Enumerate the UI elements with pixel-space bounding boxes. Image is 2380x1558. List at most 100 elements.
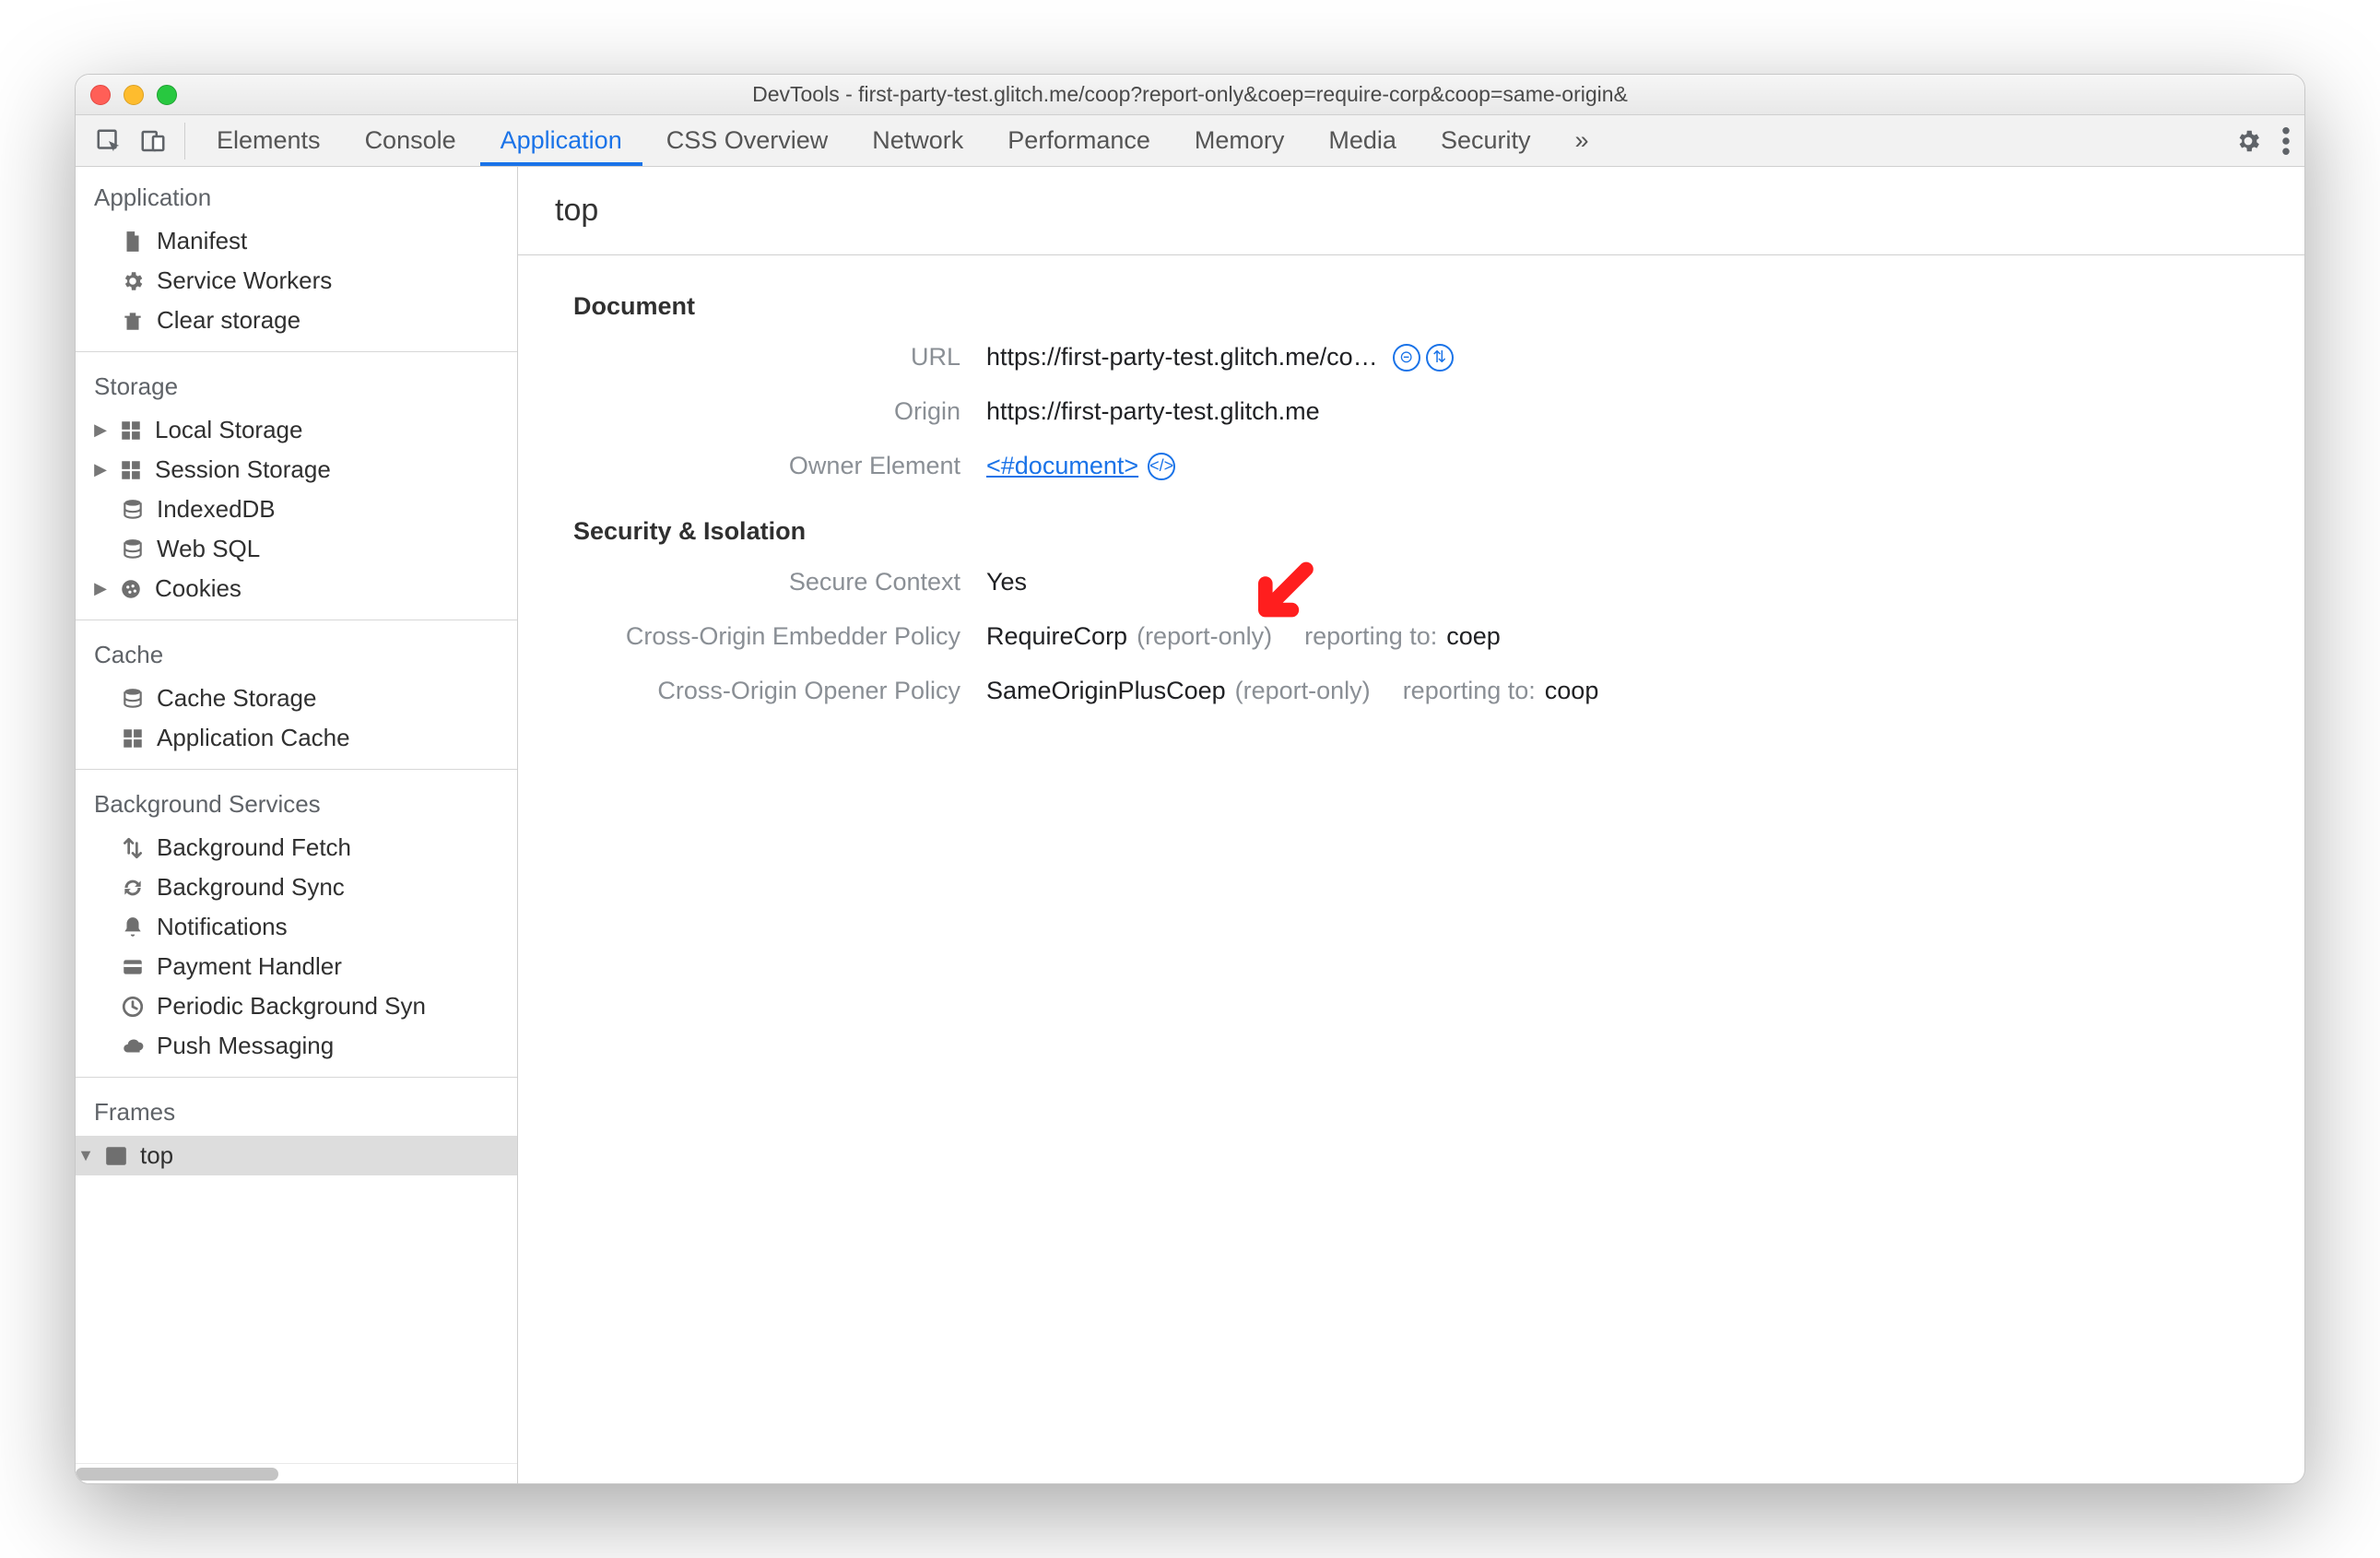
sidebar-item-application-cache[interactable]: Application Cache	[76, 718, 517, 758]
tab-network[interactable]: Network	[852, 115, 984, 166]
sidebar-item-clear-storage[interactable]: Clear storage	[76, 301, 517, 340]
coep-mode: (report-only)	[1137, 622, 1272, 651]
tab-security[interactable]: Security	[1420, 115, 1551, 166]
clock-icon	[120, 994, 146, 1020]
section-document-title: Document	[573, 292, 2304, 321]
gear-icon	[120, 268, 146, 294]
db-icon	[120, 537, 146, 562]
grid-icon	[118, 457, 144, 483]
window-icon	[103, 1143, 129, 1169]
device-toolbar-icon[interactable]	[133, 121, 173, 161]
tab-elements[interactable]: Elements	[196, 115, 341, 166]
sidebar-item-cookies[interactable]: ▶ Cookies	[76, 569, 517, 608]
sidebar-item-label: Cache Storage	[157, 684, 316, 713]
sidebar-item-label: Local Storage	[155, 416, 302, 444]
secure-context-value: Yes	[986, 568, 1027, 596]
sync-icon	[120, 875, 146, 901]
tab-memory[interactable]: Memory	[1174, 115, 1305, 166]
tab-performance[interactable]: Performance	[987, 115, 1171, 166]
cloud-icon	[120, 1033, 146, 1059]
sidebar-item-label: top	[140, 1141, 173, 1170]
sidebar-item-label: IndexedDB	[157, 495, 276, 524]
file-icon	[120, 229, 146, 254]
sidebar-item-push-messaging[interactable]: Push Messaging	[76, 1026, 517, 1066]
sidebar-group-cache: Cache	[76, 624, 517, 679]
sidebar-item-local-storage[interactable]: ▶ Local Storage	[76, 410, 517, 450]
owner-element-link[interactable]: <#document>	[986, 452, 1138, 480]
url-value: https://first-party-test.glitch.me/co…	[986, 343, 1378, 372]
sidebar-item-label: Notifications	[157, 913, 288, 941]
db-icon	[120, 686, 146, 712]
card-icon	[120, 954, 146, 980]
sidebar-item-label: Cookies	[155, 574, 242, 603]
chevron-right-icon[interactable]: ▶	[92, 579, 109, 598]
sidebar-item-top[interactable]: ▼ top	[76, 1136, 517, 1175]
tab-console[interactable]: Console	[345, 115, 477, 166]
sidebar-item-label: Payment Handler	[157, 952, 342, 981]
sidebar-horizontal-scrollbar[interactable]	[76, 1463, 517, 1483]
devtools-tabbar: ElementsConsoleApplicationCSS OverviewNe…	[76, 115, 2304, 167]
sidebar-group-storage: Storage	[76, 356, 517, 410]
updown-icon	[120, 835, 146, 861]
tab-application[interactable]: Application	[480, 115, 642, 166]
reveal-in-network-icon[interactable]: ⇅	[1426, 344, 1454, 372]
sidebar-item-indexeddb[interactable]: IndexedDB	[76, 490, 517, 529]
sidebar-group-frames: Frames	[76, 1081, 517, 1136]
sidebar-item-cache-storage[interactable]: Cache Storage	[76, 679, 517, 718]
section-security-title: Security & Isolation	[573, 517, 2304, 546]
chevron-down-icon[interactable]: ▼	[77, 1146, 94, 1165]
coep-label: Cross-Origin Embedder Policy	[573, 622, 960, 651]
origin-label: Origin	[573, 397, 960, 426]
chevron-right-icon[interactable]: ▶	[92, 460, 109, 479]
tabs-overflow-button[interactable]: »	[1554, 115, 1608, 166]
coop-label: Cross-Origin Opener Policy	[573, 677, 960, 705]
sidebar-item-session-storage[interactable]: ▶ Session Storage	[76, 450, 517, 490]
sidebar-item-label: Push Messaging	[157, 1032, 334, 1060]
sidebar-item-label: Background Fetch	[157, 833, 351, 862]
more-options-icon[interactable]	[2282, 127, 2290, 155]
reveal-element-icon[interactable]: </>	[1148, 453, 1175, 480]
sidebar-item-label: Service Workers	[157, 266, 332, 295]
application-main-panel: top Document URL https://first-party-tes…	[518, 167, 2304, 1483]
sidebar-item-label: Periodic Background Syn	[157, 992, 426, 1021]
sidebar-item-label: Manifest	[157, 227, 247, 255]
sidebar-item-label: Clear storage	[157, 306, 300, 335]
copy-url-icon[interactable]: ⊝	[1393, 344, 1420, 372]
coep-reporting-label: reporting to:	[1304, 622, 1437, 651]
frame-heading: top	[518, 167, 2304, 255]
inspect-element-icon[interactable]	[88, 121, 129, 161]
sidebar-item-web-sql[interactable]: Web SQL	[76, 529, 517, 569]
coop-reporting-label: reporting to:	[1403, 677, 1536, 705]
chevron-right-icon[interactable]: ▶	[92, 420, 109, 440]
window-titlebar: DevTools - first-party-test.glitch.me/co…	[76, 75, 2304, 115]
sidebar-item-background-sync[interactable]: Background Sync	[76, 868, 517, 907]
sidebar-item-label: Background Sync	[157, 873, 345, 902]
bell-icon	[120, 915, 146, 940]
coop-value: SameOriginPlusCoep	[986, 677, 1226, 705]
settings-icon[interactable]	[2234, 127, 2262, 155]
sidebar-item-label: Application Cache	[157, 724, 350, 752]
sidebar-item-notifications[interactable]: Notifications	[76, 907, 517, 947]
devtools-window: DevTools - first-party-test.glitch.me/co…	[75, 74, 2305, 1484]
window-title: DevTools - first-party-test.glitch.me/co…	[76, 82, 2304, 107]
sidebar-item-manifest[interactable]: Manifest	[76, 221, 517, 261]
grid-icon	[120, 726, 146, 751]
sidebar-group-background-services: Background Services	[76, 773, 517, 828]
cookie-icon	[118, 576, 144, 602]
coep-value: RequireCorp	[986, 622, 1127, 651]
owner-element-label: Owner Element	[573, 452, 960, 480]
sidebar-item-label: Session Storage	[155, 455, 331, 484]
sidebar-item-periodic-background-syn[interactable]: Periodic Background Syn	[76, 986, 517, 1026]
sidebar-item-payment-handler[interactable]: Payment Handler	[76, 947, 517, 986]
url-label: URL	[573, 343, 960, 372]
sidebar-item-label: Web SQL	[157, 535, 260, 563]
coop-mode: (report-only)	[1235, 677, 1371, 705]
sidebar-item-background-fetch[interactable]: Background Fetch	[76, 828, 517, 868]
application-sidebar: ApplicationManifestService WorkersClear …	[76, 167, 518, 1483]
trash-icon	[120, 308, 146, 334]
db-icon	[120, 497, 146, 523]
tab-media[interactable]: Media	[1308, 115, 1417, 166]
tab-css-overview[interactable]: CSS Overview	[646, 115, 849, 166]
coop-reporting-value: coop	[1545, 677, 1599, 705]
sidebar-item-service-workers[interactable]: Service Workers	[76, 261, 517, 301]
